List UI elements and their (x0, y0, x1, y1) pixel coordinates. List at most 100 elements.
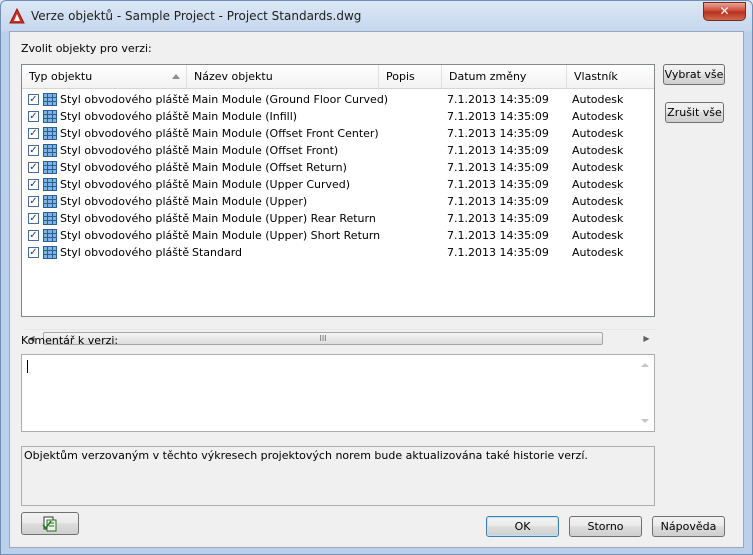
column-header-name-label: Název objektu (194, 70, 273, 83)
select-all-button[interactable]: Vybrat vše (663, 64, 725, 85)
cell-name: Main Module (Infill) (192, 110, 298, 123)
column-header-description-label: Popis (386, 70, 415, 83)
cell-name: Main Module (Offset Return) (192, 161, 347, 174)
clear-all-button[interactable]: Zrušit vše (665, 102, 724, 123)
help-button[interactable]: Nápověda (652, 516, 725, 537)
comment-label: Komentář k verzi: (21, 334, 119, 347)
scroll-thumb[interactable]: III (43, 332, 603, 345)
cell-type: Styl obvodového pláště (60, 110, 190, 123)
project-standards-icon (42, 516, 57, 532)
scroll-up-icon[interactable] (641, 363, 649, 367)
ok-label: OK (514, 520, 531, 533)
title-bar[interactable]: Verze objektů - Sample Project - Project… (1, 1, 752, 31)
row-checkbox[interactable]: ✓ (28, 196, 39, 207)
curtain-wall-style-icon (43, 246, 57, 259)
column-header-date-label: Datum změny (449, 70, 527, 83)
cell-owner: Autodesk (572, 110, 624, 123)
column-header-owner[interactable]: Vlastník (567, 65, 654, 89)
row-checkbox[interactable]: ✓ (28, 247, 39, 258)
row-checkbox[interactable]: ✓ (28, 179, 39, 190)
cell-date: 7.1.2013 14:35:09 (447, 178, 549, 191)
cell-date: 7.1.2013 14:35:09 (447, 212, 549, 225)
curtain-wall-style-icon (43, 144, 57, 157)
cell-type: Styl obvodového pláště (60, 246, 190, 259)
cell-date: 7.1.2013 14:35:09 (447, 127, 549, 140)
column-header-date[interactable]: Datum změny (442, 65, 567, 89)
close-button[interactable]: ✕ (703, 2, 746, 21)
row-checkbox[interactable]: ✓ (28, 111, 39, 122)
curtain-wall-style-icon (43, 127, 57, 140)
row-checkbox[interactable]: ✓ (28, 162, 39, 173)
scroll-right-icon[interactable]: ▶ (638, 330, 655, 347)
dialog-body: Zvolit objekty pro verzi: Typ objektu Ná… (9, 31, 744, 548)
help-label: Nápověda (660, 520, 717, 533)
column-header-type-label: Typ objektu (29, 70, 93, 83)
objects-list[interactable]: Typ objektu Název objektu Popis Datum zm… (21, 64, 655, 346)
row-checkbox[interactable]: ✓ (28, 230, 39, 241)
cell-owner: Autodesk (572, 229, 624, 242)
info-text: Objektům verzovaným v těchto výkresech p… (24, 449, 588, 462)
select-objects-label: Zvolit objekty pro verzi: (21, 42, 152, 55)
cell-name: Main Module (Offset Front) (192, 144, 339, 157)
table-row[interactable]: ✓ Styl obvodového pláště Main Module (Uppe… (22, 210, 654, 227)
cell-date: 7.1.2013 14:35:09 (447, 195, 549, 208)
row-checkbox[interactable]: ✓ (28, 145, 39, 156)
scroll-down-icon[interactable] (641, 419, 649, 423)
table-row[interactable]: ✓ Styl obvodového pláště Main Module (Offs… (22, 142, 654, 159)
row-checkbox[interactable]: ✓ (28, 94, 39, 105)
table-row[interactable]: ✓ Styl obvodového pláště Main Module (Uppe… (22, 176, 654, 193)
cancel-label: Storno (587, 520, 624, 533)
cell-date: 7.1.2013 14:35:09 (447, 110, 549, 123)
curtain-wall-style-icon (43, 110, 57, 123)
cell-owner: Autodesk (572, 161, 624, 174)
row-checkbox[interactable]: ✓ (28, 128, 39, 139)
cell-owner: Autodesk (572, 178, 624, 191)
cell-owner: Autodesk (572, 246, 624, 259)
table-row[interactable]: ✓ Styl obvodového pláště Main Module (Uppe… (22, 193, 654, 210)
cell-date: 7.1.2013 14:35:09 (447, 229, 549, 242)
cell-owner: Autodesk (572, 195, 624, 208)
table-row[interactable]: ✓ Styl obvodového pláště Main Module (Grou… (22, 91, 654, 108)
table-row[interactable]: ✓ Styl obvodového pláště Main Module (Offs… (22, 125, 654, 142)
column-header-description[interactable]: Popis (379, 65, 442, 89)
cell-date: 7.1.2013 14:35:09 (447, 144, 549, 157)
sort-ascending-icon (172, 74, 180, 79)
window-title: Verze objektů - Sample Project - Project… (31, 9, 362, 23)
table-row[interactable]: ✓ Styl obvodového pláště Main Module (Offs… (22, 159, 654, 176)
cell-type: Styl obvodového pláště (60, 93, 190, 106)
cancel-button[interactable]: Storno (569, 516, 642, 537)
table-row[interactable]: ✓ Styl obvodového pláště Standard 7.1.2013 … (22, 244, 654, 261)
ok-button[interactable]: OK (486, 516, 559, 537)
cell-owner: Autodesk (572, 93, 624, 106)
cell-type: Styl obvodového pláště (60, 161, 190, 174)
object-rows: ✓ Styl obvodového pláště Main Module (Grou… (22, 91, 654, 261)
comment-textarea[interactable] (21, 354, 655, 432)
table-row[interactable]: ✓ Styl obvodového pláště Main Module (Infi… (22, 108, 654, 125)
cell-name: Main Module (Offset Front Center) (192, 127, 379, 140)
column-header-name[interactable]: Název objektu (187, 65, 379, 89)
cell-name: Main Module (Upper Curved) (192, 178, 351, 191)
select-all-label: Vybrat vše (664, 68, 724, 81)
cell-name: Main Module (Upper) (192, 195, 308, 208)
curtain-wall-style-icon (43, 229, 57, 242)
comment-vertical-scrollbar[interactable] (637, 355, 654, 431)
cell-type: Styl obvodového pláště (60, 212, 190, 225)
cell-name: Main Module (Upper) Short Return (192, 229, 381, 242)
cell-date: 7.1.2013 14:35:09 (447, 93, 549, 106)
column-header-owner-label: Vlastník (574, 70, 618, 83)
cell-owner: Autodesk (572, 212, 624, 225)
row-checkbox[interactable]: ✓ (28, 213, 39, 224)
curtain-wall-style-icon (43, 195, 57, 208)
cell-type: Styl obvodového pláště (60, 178, 190, 191)
cell-name: Standard (192, 246, 243, 259)
cell-owner: Autodesk (572, 144, 624, 157)
column-header-type[interactable]: Typ objektu (22, 65, 187, 89)
project-standards-button[interactable] (21, 512, 79, 535)
cell-date: 7.1.2013 14:35:09 (447, 161, 549, 174)
text-caret (27, 360, 28, 373)
cell-type: Styl obvodového pláště (60, 229, 190, 242)
autocad-logo-icon (9, 8, 25, 24)
cell-owner: Autodesk (572, 127, 624, 140)
cell-date: 7.1.2013 14:35:09 (447, 246, 549, 259)
table-row[interactable]: ✓ Styl obvodového pláště Main Module (Uppe… (22, 227, 654, 244)
